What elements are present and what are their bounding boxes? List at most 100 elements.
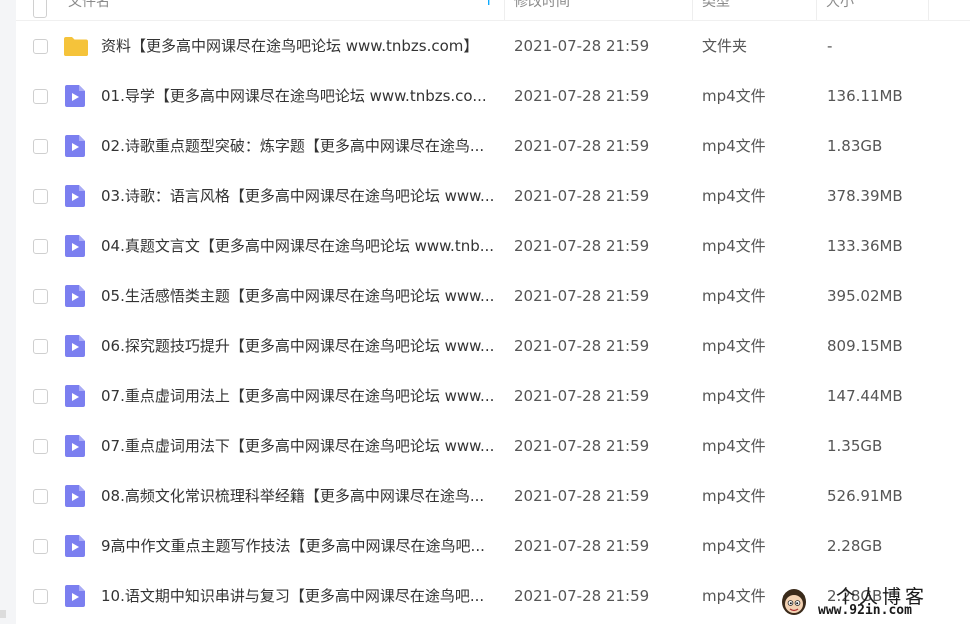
scroll-indicator (0, 610, 6, 618)
file-size: 378.39MB (827, 187, 903, 205)
column-divider[interactable] (504, 0, 505, 20)
file-modified-time: 2021-07-28 21:59 (514, 387, 650, 405)
file-row[interactable]: 06.探究题技巧提升【更多高中网课尽在途鸟吧论坛 www... 2021-07-… (16, 321, 970, 371)
video-file-icon (65, 285, 85, 307)
sort-arrow-icon[interactable]: ↑ (482, 0, 495, 20)
file-size: 136.11MB (827, 87, 903, 105)
file-modified-time: 2021-07-28 21:59 (514, 487, 650, 505)
row-checkbox[interactable] (33, 239, 48, 254)
cartoon-avatar-icon (782, 589, 806, 615)
file-type: mp4文件 (702, 187, 766, 205)
file-table: 文件名 ↑ 修改时间 类型 大小 资料【更多高中网课尽在途鸟吧论坛 www.tn… (16, 0, 970, 624)
file-size: 2.28GB (827, 537, 883, 555)
file-modified-time: 2021-07-28 21:59 (514, 287, 650, 305)
column-header-name[interactable]: 文件名 (68, 0, 110, 20)
file-modified-time: 2021-07-28 21:59 (514, 87, 650, 105)
file-row[interactable]: 07.重点虚词用法下【更多高中网课尽在途鸟吧论坛 www... 2021-07-… (16, 421, 970, 471)
file-list-page: 文件名 ↑ 修改时间 类型 大小 资料【更多高中网课尽在途鸟吧论坛 www.tn… (0, 0, 970, 624)
file-size: 1.35GB (827, 437, 883, 455)
video-file-icon (65, 135, 85, 157)
file-row[interactable]: 02.诗歌重点题型突破：炼字题【更多高中网课尽在途鸟... 2021-07-28… (16, 121, 970, 171)
file-name[interactable]: 08.高频文化常识梳理科举经籍【更多高中网课尽在途鸟... (101, 471, 493, 521)
file-type: 文件夹 (702, 37, 748, 55)
file-size: 395.02MB (827, 287, 903, 305)
row-checkbox[interactable] (33, 89, 48, 104)
file-modified-time: 2021-07-28 21:59 (514, 37, 650, 55)
column-header-size[interactable]: 大小 (826, 0, 854, 20)
file-size: 1.83GB (827, 137, 883, 155)
row-checkbox[interactable] (33, 139, 48, 154)
file-modified-time: 2021-07-28 21:59 (514, 587, 650, 605)
file-size: - (827, 37, 833, 55)
row-checkbox[interactable] (33, 289, 48, 304)
table-header: 文件名 ↑ 修改时间 类型 大小 (16, 0, 970, 21)
row-checkbox[interactable] (33, 439, 48, 454)
video-file-icon (65, 485, 85, 507)
video-file-icon (65, 185, 85, 207)
column-divider[interactable] (816, 0, 817, 20)
file-name[interactable]: 9高中作文重点主题写作技法【更多高中网课尽在途鸟吧... (101, 521, 493, 571)
file-type: mp4文件 (702, 87, 766, 105)
file-row[interactable]: 04.真题文言文【更多高中网课尽在途鸟吧论坛 www.tnb... 2021-0… (16, 221, 970, 271)
file-name[interactable]: 03.诗歌：语言风格【更多高中网课尽在途鸟吧论坛 www... (101, 171, 493, 221)
file-type: mp4文件 (702, 287, 766, 305)
left-sidebar-edge (0, 0, 16, 624)
column-divider[interactable] (928, 0, 929, 20)
file-name[interactable]: 10.语文期中知识串讲与复习【更多高中网课尽在途鸟吧... (101, 571, 493, 621)
file-size: 133.36MB (827, 237, 903, 255)
row-checkbox[interactable] (33, 589, 48, 604)
video-file-icon (65, 85, 85, 107)
column-divider[interactable] (692, 0, 693, 20)
row-checkbox[interactable] (33, 189, 48, 204)
file-name[interactable]: 04.真题文言文【更多高中网课尽在途鸟吧论坛 www.tnb... (101, 221, 493, 271)
video-file-icon (65, 385, 85, 407)
file-type: mp4文件 (702, 537, 766, 555)
file-name[interactable]: 05.生活感悟类主题【更多高中网课尽在途鸟吧论坛 www... (101, 271, 493, 321)
file-rows: 资料【更多高中网课尽在途鸟吧论坛 www.tnbzs.com】 2021-07-… (16, 21, 970, 621)
row-checkbox[interactable] (33, 389, 48, 404)
video-file-icon (65, 535, 85, 557)
column-header-time[interactable]: 修改时间 (514, 0, 570, 20)
video-file-icon (65, 235, 85, 257)
file-modified-time: 2021-07-28 21:59 (514, 137, 650, 155)
file-modified-time: 2021-07-28 21:59 (514, 337, 650, 355)
file-name[interactable]: 资料【更多高中网课尽在途鸟吧论坛 www.tnbzs.com】 (101, 21, 493, 71)
file-name[interactable]: 02.诗歌重点题型突破：炼字题【更多高中网课尽在途鸟... (101, 121, 493, 171)
folder-icon (64, 37, 88, 56)
file-row[interactable]: 资料【更多高中网课尽在途鸟吧论坛 www.tnbzs.com】 2021-07-… (16, 21, 970, 71)
file-name[interactable]: 07.重点虚词用法上【更多高中网课尽在途鸟吧论坛 www... (101, 371, 493, 421)
row-checkbox[interactable] (33, 39, 48, 54)
file-name[interactable]: 06.探究题技巧提升【更多高中网课尽在途鸟吧论坛 www... (101, 321, 493, 371)
file-type: mp4文件 (702, 487, 766, 505)
video-file-icon (65, 435, 85, 457)
file-modified-time: 2021-07-28 21:59 (514, 437, 650, 455)
file-type: mp4文件 (702, 437, 766, 455)
watermark-url: www.92in.com (818, 603, 912, 618)
file-modified-time: 2021-07-28 21:59 (514, 237, 650, 255)
file-size: 809.15MB (827, 337, 903, 355)
file-row[interactable]: 01.导学【更多高中网课尽在途鸟吧论坛 www.tnbzs.co... 2021… (16, 71, 970, 121)
file-modified-time: 2021-07-28 21:59 (514, 187, 650, 205)
file-row[interactable]: 07.重点虚词用法上【更多高中网课尽在途鸟吧论坛 www... 2021-07-… (16, 371, 970, 421)
file-size: 147.44MB (827, 387, 903, 405)
file-row[interactable]: 08.高频文化常识梳理科举经籍【更多高中网课尽在途鸟... 2021-07-28… (16, 471, 970, 521)
file-size: 526.91MB (827, 487, 903, 505)
file-type: mp4文件 (702, 237, 766, 255)
row-checkbox[interactable] (33, 539, 48, 554)
file-modified-time: 2021-07-28 21:59 (514, 537, 650, 555)
video-file-icon (65, 585, 85, 607)
file-name[interactable]: 01.导学【更多高中网课尽在途鸟吧论坛 www.tnbzs.co... (101, 71, 493, 121)
file-row[interactable]: 05.生活感悟类主题【更多高中网课尽在途鸟吧论坛 www... 2021-07-… (16, 271, 970, 321)
select-all-checkbox[interactable] (33, 0, 47, 18)
file-type: mp4文件 (702, 587, 766, 605)
file-type: mp4文件 (702, 337, 766, 355)
file-name[interactable]: 07.重点虚词用法下【更多高中网课尽在途鸟吧论坛 www... (101, 421, 493, 471)
column-header-type[interactable]: 类型 (702, 0, 730, 20)
file-row[interactable]: 03.诗歌：语言风格【更多高中网课尽在途鸟吧论坛 www... 2021-07-… (16, 171, 970, 221)
row-checkbox[interactable] (33, 489, 48, 504)
file-type: mp4文件 (702, 137, 766, 155)
blog-watermark: 个人博客 www.92in.com (778, 582, 964, 622)
file-type: mp4文件 (702, 387, 766, 405)
row-checkbox[interactable] (33, 339, 48, 354)
file-row[interactable]: 9高中作文重点主题写作技法【更多高中网课尽在途鸟吧... 2021-07-28 … (16, 521, 970, 571)
